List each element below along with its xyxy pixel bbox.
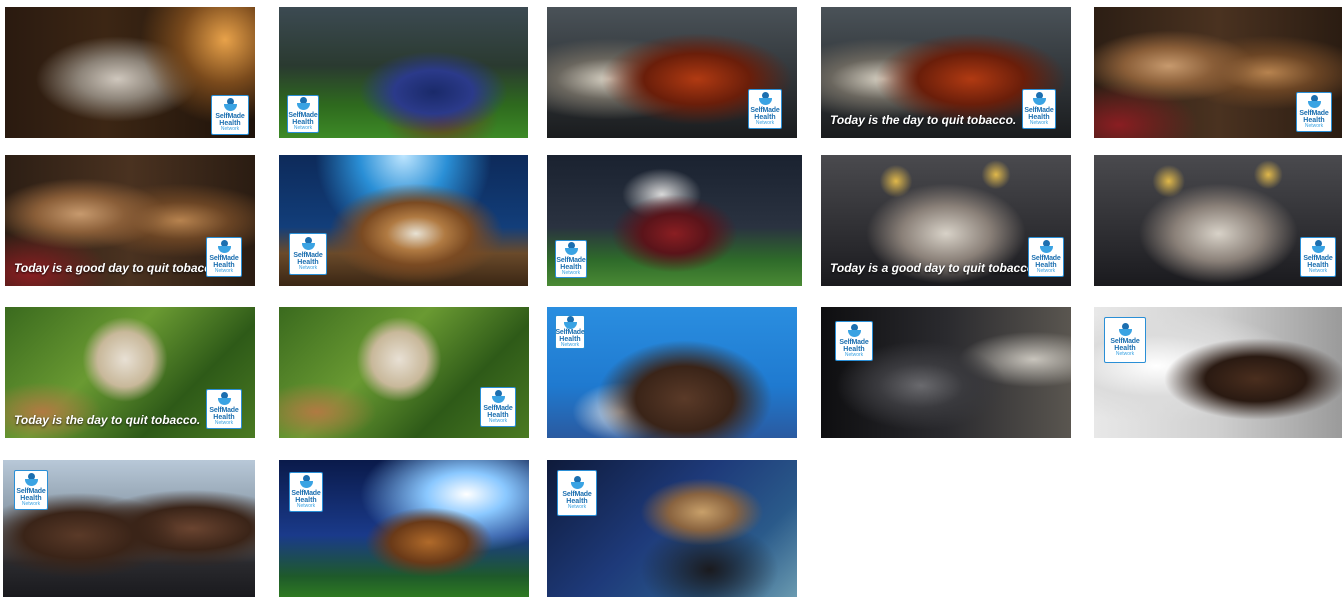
ad-tile-15[interactable]: SelfMade Health Network: [1094, 307, 1342, 438]
ad-tile-16[interactable]: SelfMade Health Network: [3, 460, 255, 597]
selfmade-health-logo: SelfMade Health Network: [1022, 89, 1056, 129]
ad-tile-18[interactable]: SelfMade Health Network: [547, 460, 797, 597]
ad-tile-6[interactable]: Today is a good day to quit tobacco. Sel…: [5, 155, 255, 286]
ad-caption: Today is a good day to quit tobacco.: [830, 261, 1038, 275]
ad-tile-5[interactable]: SelfMade Health Network: [1094, 7, 1342, 138]
selfmade-health-logo: SelfMade Health Network: [1296, 92, 1332, 132]
ad-caption: Today is a good day to quit tobacco.: [14, 261, 222, 275]
ad-caption: Today is the day to quit tobacco.: [14, 413, 201, 427]
selfmade-health-logo: SelfMade Health Network: [557, 470, 597, 516]
selfmade-health-logo: SelfMade Health Network: [211, 95, 249, 135]
selfmade-health-logo: SelfMade Health Network: [480, 387, 516, 427]
selfmade-health-logo: SelfMade Health Network: [289, 472, 323, 512]
ad-tile-8[interactable]: SelfMade Health Network: [547, 155, 802, 286]
selfmade-health-logo: SelfMade Health Network: [835, 321, 873, 361]
ad-tile-2[interactable]: SelfMade Health Network: [279, 7, 528, 138]
selfmade-health-logo: SelfMade Health Network: [206, 389, 242, 429]
ad-tile-9[interactable]: Today is a good day to quit tobacco. Sel…: [821, 155, 1071, 286]
ad-tile-4[interactable]: Today is the day to quit tobacco. SelfMa…: [821, 7, 1071, 138]
selfmade-health-logo: SelfMade Health Network: [287, 95, 319, 133]
ad-tile-14[interactable]: SelfMade Health Network: [821, 307, 1071, 438]
selfmade-health-logo: SelfMade Health Network: [1104, 317, 1146, 363]
selfmade-health-logo: SelfMade Health Network: [289, 233, 327, 275]
ad-tile-17[interactable]: SelfMade Health Network: [279, 460, 529, 597]
ad-tile-3[interactable]: SelfMade Health Network: [547, 7, 797, 138]
ad-tile-10[interactable]: SelfMade Health Network: [1094, 155, 1342, 286]
ad-tile-11[interactable]: Today is the day to quit tobacco. SelfMa…: [5, 307, 255, 438]
selfmade-health-logo: SelfMade Health Network: [1028, 237, 1064, 277]
selfmade-health-logo: SelfMade Health Network: [748, 89, 782, 129]
selfmade-health-logo: SelfMade Health Network: [555, 315, 585, 349]
ad-tile-1[interactable]: SelfMade Health Network: [5, 7, 255, 138]
ad-tile-7[interactable]: SelfMade Health Network: [279, 155, 528, 286]
selfmade-health-logo: SelfMade Health Network: [206, 237, 242, 277]
selfmade-health-logo: SelfMade Health Network: [1300, 237, 1336, 277]
ad-caption: Today is the day to quit tobacco.: [830, 113, 1017, 127]
ad-tile-13[interactable]: SelfMade Health Network: [547, 307, 797, 438]
ad-tile-12[interactable]: SelfMade Health Network: [279, 307, 529, 438]
selfmade-health-logo: SelfMade Health Network: [14, 470, 48, 510]
selfmade-health-logo: SelfMade Health Network: [555, 240, 587, 278]
